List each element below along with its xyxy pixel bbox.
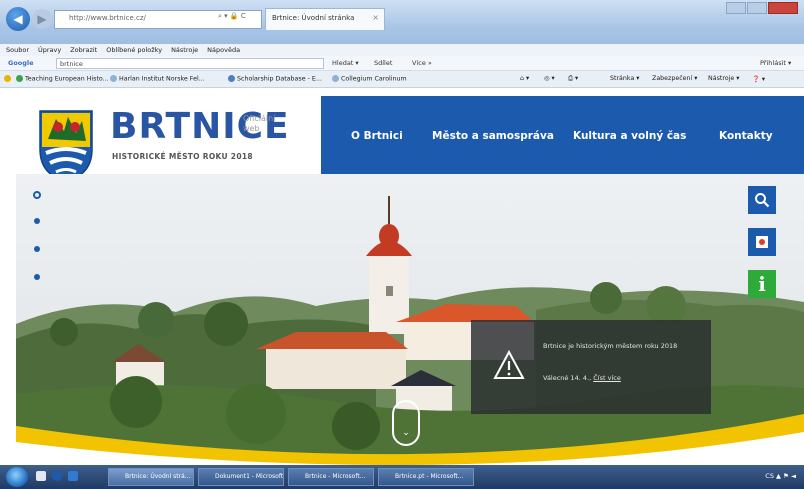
command-page-menu[interactable]: Stránka ▾ xyxy=(610,75,639,82)
favorite-link-3[interactable]: Scholarship Database - E... xyxy=(228,75,322,83)
menu-item-nastroje[interactable]: Nástroje xyxy=(171,46,198,54)
address-controls[interactable]: ⌕ ▾ 🔒 C xyxy=(218,12,246,21)
google-signin-button[interactable]: Přihlásit ▾ xyxy=(760,59,791,67)
google-toolbar: Google brtnice Hledat ▾ Sdílet Více » Př… xyxy=(0,56,804,71)
search-icon xyxy=(755,193,770,208)
notice-date: Válecné 14. 4., xyxy=(543,374,592,382)
site-header: BRTNICE Oficiální web HISTORICKÉ MĚSTO R… xyxy=(16,96,804,182)
notice-date-line: Válecné 14. 4., Číst více xyxy=(543,374,621,382)
google-search-button[interactable]: Hledat ▾ xyxy=(332,59,359,67)
ie-icon[interactable] xyxy=(52,471,62,481)
menu-item-oblibene[interactable]: Oblíbené položky xyxy=(106,46,162,54)
back-button[interactable]: ◀ xyxy=(6,7,30,31)
taskbar-item-brtnice-word[interactable]: Brtnice - Microsoft... xyxy=(288,468,374,486)
favorite-link-2[interactable]: Harlan Institut Norske Fel... xyxy=(110,75,205,83)
taskbar-item-document1[interactable]: Dokument1 - Microsoft... xyxy=(198,468,284,486)
site-icon xyxy=(110,75,117,82)
slide-dot-4[interactable] xyxy=(34,274,40,280)
menu-item-zobrazit[interactable]: Zobrazit xyxy=(70,46,97,54)
tab-brtnice[interactable]: Brtnice: Úvodní stránka × xyxy=(265,8,385,30)
favorite-link-1[interactable]: Teaching European Histo... xyxy=(16,75,109,83)
word-icon[interactable] xyxy=(68,471,78,481)
web-icon xyxy=(756,236,768,248)
side-info-button[interactable]: i xyxy=(748,270,776,298)
site-icon xyxy=(228,75,235,82)
command-print-icon[interactable]: ⎙ ▾ xyxy=(568,75,578,83)
browser-window: ◀ ▶ http://www.brtnice.cz/ ⌕ ▾ 🔒 C Brtni… xyxy=(0,0,804,489)
address-url: http://www.brtnice.cz/ xyxy=(69,14,146,22)
side-web-button[interactable] xyxy=(748,228,776,256)
site-icon xyxy=(332,75,339,82)
google-logo: Google xyxy=(8,59,34,67)
town-crest-icon[interactable] xyxy=(38,109,94,183)
notice-box: Brtnice je historickým městem roku 2018 … xyxy=(471,320,711,414)
warning-icon xyxy=(493,350,525,379)
official-web-label: Oficiální web xyxy=(243,114,276,133)
slide-dot-3[interactable] xyxy=(34,246,40,252)
main-navigation: O Brtnici Město a samospráva Kultura a v… xyxy=(321,96,804,174)
website-viewport: BRTNICE Oficiální web HISTORICKÉ MĚSTO R… xyxy=(16,96,804,465)
menu-item-napoveda[interactable]: Nápověda xyxy=(207,46,240,54)
back-arrow-icon: ◀ xyxy=(13,12,23,26)
google-share-button[interactable]: Sdílet xyxy=(374,59,392,67)
google-search-input[interactable]: brtnice xyxy=(56,58,324,69)
slide-dot-1[interactable] xyxy=(33,191,41,199)
command-tools-menu[interactable]: Nástroje ▾ xyxy=(708,75,739,82)
taskbar-item-brtnice-ppt[interactable]: Brtnice.pt - Microsoft... xyxy=(378,468,474,486)
info-icon: i xyxy=(758,272,766,296)
notice-text: Brtnice je historickým městem roku 2018 xyxy=(543,342,678,350)
tab-title: Brtnice: Úvodní stránka xyxy=(272,14,355,22)
tab-close-icon[interactable]: × xyxy=(372,13,379,22)
system-tray[interactable]: CS ▲ ⚑ ◄ xyxy=(765,472,796,480)
browser-titlebar: ◀ ▶ http://www.brtnice.cz/ ⌕ ▾ 🔒 C Brtni… xyxy=(0,0,804,44)
explorer-icon[interactable] xyxy=(36,471,46,481)
side-search-button[interactable] xyxy=(748,186,776,214)
scroll-down-button[interactable]: ⌄ xyxy=(392,400,420,446)
taskbar-item-browser[interactable]: Brtnice: Úvodní strá... xyxy=(108,468,194,486)
notice-read-more-link[interactable]: Číst více xyxy=(593,374,621,382)
site-icon xyxy=(16,75,23,82)
windows-taskbar: Brtnice: Úvodní strá... Dokument1 - Micr… xyxy=(0,465,804,489)
command-help-icon[interactable]: ❓ ▾ xyxy=(752,75,765,83)
minimize-button[interactable] xyxy=(726,2,746,14)
slide-dot-2[interactable] xyxy=(34,218,40,224)
command-security-menu[interactable]: Zabezpečení ▾ xyxy=(652,75,697,82)
hero-slider: i Brtnice je historickým městem roku 201… xyxy=(16,174,804,465)
nav-mesto-a-samosprava[interactable]: Město a samospráva xyxy=(432,130,554,142)
menu-item-upravy[interactable]: Úpravy xyxy=(38,46,61,54)
favorites-star-icon[interactable] xyxy=(4,75,13,83)
favorites-bar: Teaching European Histo... Harlan Instit… xyxy=(0,71,804,88)
command-feeds-icon[interactable]: ◎ ▾ xyxy=(544,75,555,82)
chevron-down-icon: ⌄ xyxy=(402,428,410,438)
nav-o-brtnici[interactable]: O Brtnici xyxy=(351,130,403,142)
forward-button[interactable]: ▶ xyxy=(32,9,52,29)
site-tagline: HISTORICKÉ MĚSTO ROKU 2018 xyxy=(112,152,253,161)
maximize-button[interactable] xyxy=(747,2,767,14)
nav-kultura-a-volny-cas[interactable]: Kultura a volný čas xyxy=(573,130,686,142)
close-window-button[interactable] xyxy=(768,2,798,14)
start-button[interactable] xyxy=(6,467,28,487)
forward-arrow-icon: ▶ xyxy=(37,12,47,26)
menu-bar: Soubor Úpravy Zobrazit Oblíbené položky … xyxy=(0,44,804,56)
window-controls xyxy=(726,2,798,14)
nav-kontakty[interactable]: Kontakty xyxy=(719,130,773,142)
favorite-link-4[interactable]: Collegium Carolinum xyxy=(332,75,407,83)
google-more-button[interactable]: Více » xyxy=(412,59,432,67)
command-home-icon[interactable]: ⌂ ▾ xyxy=(520,75,529,82)
menu-item-soubor[interactable]: Soubor xyxy=(6,46,29,54)
